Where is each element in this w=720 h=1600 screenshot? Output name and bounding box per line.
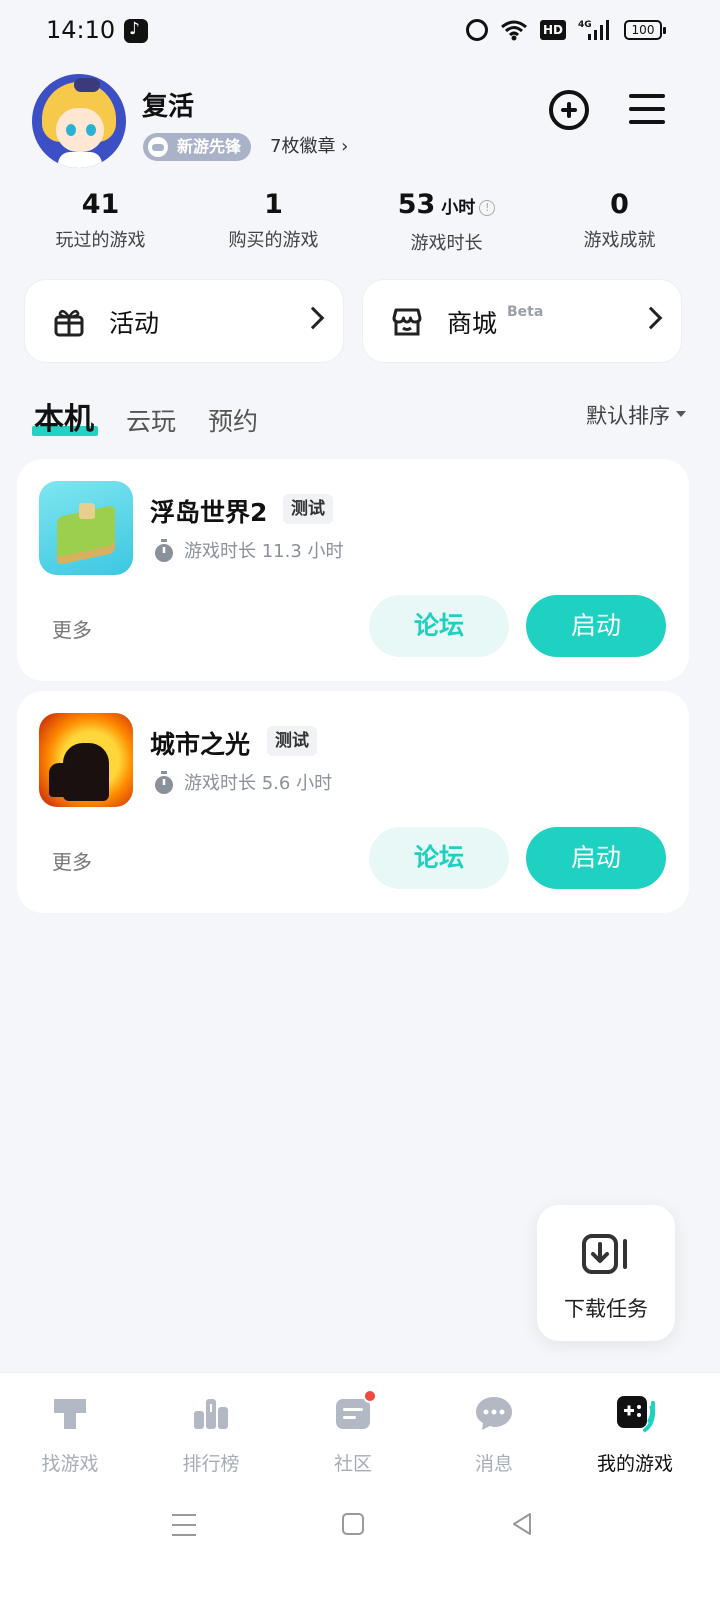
beta-tag: Beta <box>507 304 544 320</box>
ranking-icon <box>194 1399 228 1429</box>
stat-label: 游戏时长 <box>410 233 483 254</box>
game-card[interactable]: 浮岛世界2 测试 游戏时长 11.3 小时 更多 论坛 启动 <box>17 459 689 681</box>
more-button[interactable]: 更多 <box>52 846 92 875</box>
game-title[interactable]: 浮岛世界2 <box>150 493 267 529</box>
find-games-icon <box>54 1399 86 1429</box>
nav-label: 排行榜 <box>182 1453 240 1475</box>
activity-label: 活动 <box>109 309 160 338</box>
stat-label: 玩过的游戏 <box>55 230 146 251</box>
hd-icon: HD <box>539 20 566 40</box>
launch-button[interactable]: 启动 <box>526 595 666 657</box>
store-icon <box>392 308 422 336</box>
stat-value: 53 <box>397 189 436 220</box>
download-task-button[interactable]: 下载任务 <box>537 1205 675 1341</box>
game-icon[interactable] <box>39 713 133 807</box>
menu-icon[interactable] <box>629 94 665 124</box>
status-time: 14:10 <box>46 16 116 44</box>
nav-label: 社区 <box>333 1453 372 1475</box>
launch-button[interactable]: 启动 <box>526 827 666 889</box>
avatar[interactable] <box>32 74 126 168</box>
stat-unit: 小时 <box>441 198 476 218</box>
shop-label: 商城 <box>447 309 498 338</box>
more-button[interactable]: 更多 <box>52 614 92 643</box>
playtime: 游戏时长 5.6 小时 <box>184 773 333 794</box>
test-tag: 测试 <box>267 726 317 756</box>
shop-card[interactable]: 商城 Beta <box>362 279 682 363</box>
nav-messages[interactable]: 消息 <box>434 1389 554 1479</box>
nav-community[interactable]: 社区 <box>293 1389 413 1479</box>
stat-value: 0 <box>610 189 629 220</box>
chevron-right-icon <box>301 306 325 330</box>
chevron-right-icon <box>639 306 663 330</box>
signal-icon: 4G <box>578 18 612 42</box>
home-icon[interactable] <box>342 1513 364 1535</box>
sort-dropdown[interactable]: 默认排序 <box>586 400 686 430</box>
game-title[interactable]: 城市之光 <box>150 725 250 761</box>
activity-card[interactable]: 活动 <box>24 279 344 363</box>
battery-icon: 100 <box>624 20 666 40</box>
stat-playtime[interactable]: 53 小时! 游戏时长 <box>360 188 533 255</box>
messages-icon <box>476 1397 512 1430</box>
tab-label: 本机 <box>34 402 94 437</box>
stat-label: 购买的游戏 <box>228 230 319 251</box>
badge-label: 新游先锋 <box>177 137 242 156</box>
alarm-icon <box>465 19 488 41</box>
tab-cloud[interactable]: 云玩 <box>126 402 176 438</box>
playtime: 游戏时长 11.3 小时 <box>184 541 344 562</box>
test-tag: 测试 <box>283 494 333 524</box>
game-icon[interactable] <box>39 481 133 575</box>
info-icon[interactable]: ! <box>479 200 496 216</box>
system-nav-bar <box>0 1494 720 1600</box>
stat-value: 41 <box>81 189 120 220</box>
gamepad-icon <box>148 137 168 157</box>
nav-label: 消息 <box>474 1453 513 1475</box>
status-bar: 14:10 HD 4G 100 <box>0 0 720 64</box>
tab-local[interactable]: 本机 <box>32 394 98 438</box>
forum-button[interactable]: 论坛 <box>369 827 509 889</box>
badges-link[interactable]: 7枚徽章 › <box>270 134 348 160</box>
username[interactable]: 复活 <box>142 86 194 123</box>
status-icons: HD 4G 100 <box>465 18 666 42</box>
stat-value: 1 <box>264 189 283 220</box>
stat-achievements[interactable]: 0 游戏成就 <box>533 188 706 255</box>
nav-ranking[interactable]: 排行榜 <box>151 1389 271 1479</box>
timer-icon <box>155 539 173 562</box>
game-card[interactable]: 城市之光 测试 游戏时长 5.6 小时 更多 论坛 启动 <box>17 691 689 913</box>
tab-label: 云玩 <box>126 407 177 436</box>
notification-dot <box>363 1389 377 1403</box>
bottom-nav: 找游戏 排行榜 社区 消息 我的游戏 <box>0 1372 720 1494</box>
add-icon[interactable] <box>549 90 589 130</box>
nav-label: 找游戏 <box>41 1453 99 1475</box>
nav-label: 我的游戏 <box>596 1453 673 1475</box>
tab-reserve[interactable]: 预约 <box>208 402 258 438</box>
my-games-icon <box>617 1396 655 1432</box>
recent-apps-icon[interactable] <box>172 1514 196 1536</box>
download-icon <box>582 1234 627 1274</box>
stat-played[interactable]: 41 玩过的游戏 <box>14 188 187 255</box>
stat-label: 游戏成就 <box>583 230 656 251</box>
network-label: 4G <box>578 20 592 30</box>
back-icon[interactable] <box>510 1512 534 1536</box>
forum-button[interactable]: 论坛 <box>369 595 509 657</box>
badge-pill[interactable]: 新游先锋 <box>143 133 252 161</box>
nav-find-games[interactable]: 找游戏 <box>10 1389 130 1479</box>
wifi-icon <box>500 19 528 41</box>
stat-purchased[interactable]: 1 购买的游戏 <box>187 188 360 255</box>
tab-label: 预约 <box>208 407 259 436</box>
tiktok-icon <box>124 19 148 43</box>
download-task-label: 下载任务 <box>564 1297 648 1321</box>
nav-my-games[interactable]: 我的游戏 <box>575 1389 695 1479</box>
game-tabs: 本机 云玩 预约 <box>32 394 258 438</box>
stats-row: 41 玩过的游戏 1 购买的游戏 53 小时! 游戏时长 0 游戏成就 <box>14 188 706 255</box>
gift-icon <box>54 309 84 337</box>
timer-icon <box>155 771 173 794</box>
